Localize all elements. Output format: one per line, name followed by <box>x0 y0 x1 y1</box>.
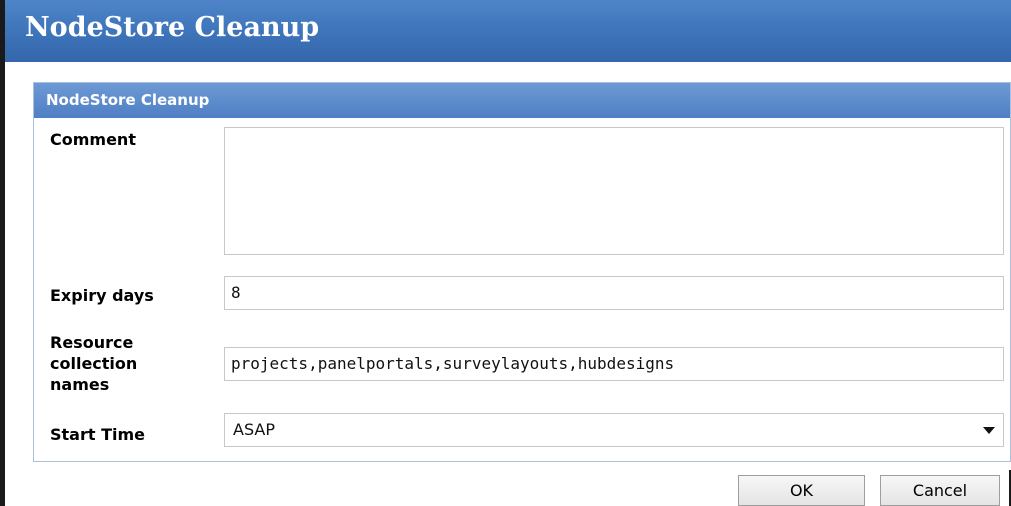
resource-label-line-2: collection <box>50 354 138 373</box>
start-time-selected-value: ASAP <box>233 420 275 439</box>
resource-collection-names-label: Resource collection names <box>50 332 137 395</box>
cancel-button[interactable]: Cancel <box>880 475 1000 506</box>
ok-button[interactable]: OK <box>738 475 865 506</box>
settings-panel: NodeStore Cleanup Comment Expiry days 8 … <box>33 82 1011 462</box>
window-title: NodeStore Cleanup <box>25 12 320 43</box>
dialog-window: NodeStore Cleanup NodeStore Cleanup Comm… <box>0 0 1011 506</box>
resource-label-line-1: Resource <box>50 333 134 352</box>
window-left-border <box>0 0 5 506</box>
expiry-days-input[interactable]: 8 <box>224 276 1004 310</box>
comment-label: Comment <box>50 130 136 149</box>
panel-title: NodeStore Cleanup <box>46 91 210 109</box>
comment-textarea[interactable] <box>224 127 1004 255</box>
resource-collection-names-input[interactable]: projects,panelportals,surveylayouts,hubd… <box>224 347 1004 381</box>
chevron-down-icon[interactable] <box>983 427 995 434</box>
expiry-days-label: Expiry days <box>50 286 154 305</box>
title-bar[interactable]: NodeStore Cleanup <box>5 0 1011 62</box>
resource-label-line-3: names <box>50 375 110 394</box>
start-time-label: Start Time <box>50 425 145 444</box>
start-time-select[interactable]: ASAP <box>224 413 1004 447</box>
panel-header: NodeStore Cleanup <box>34 83 1010 118</box>
